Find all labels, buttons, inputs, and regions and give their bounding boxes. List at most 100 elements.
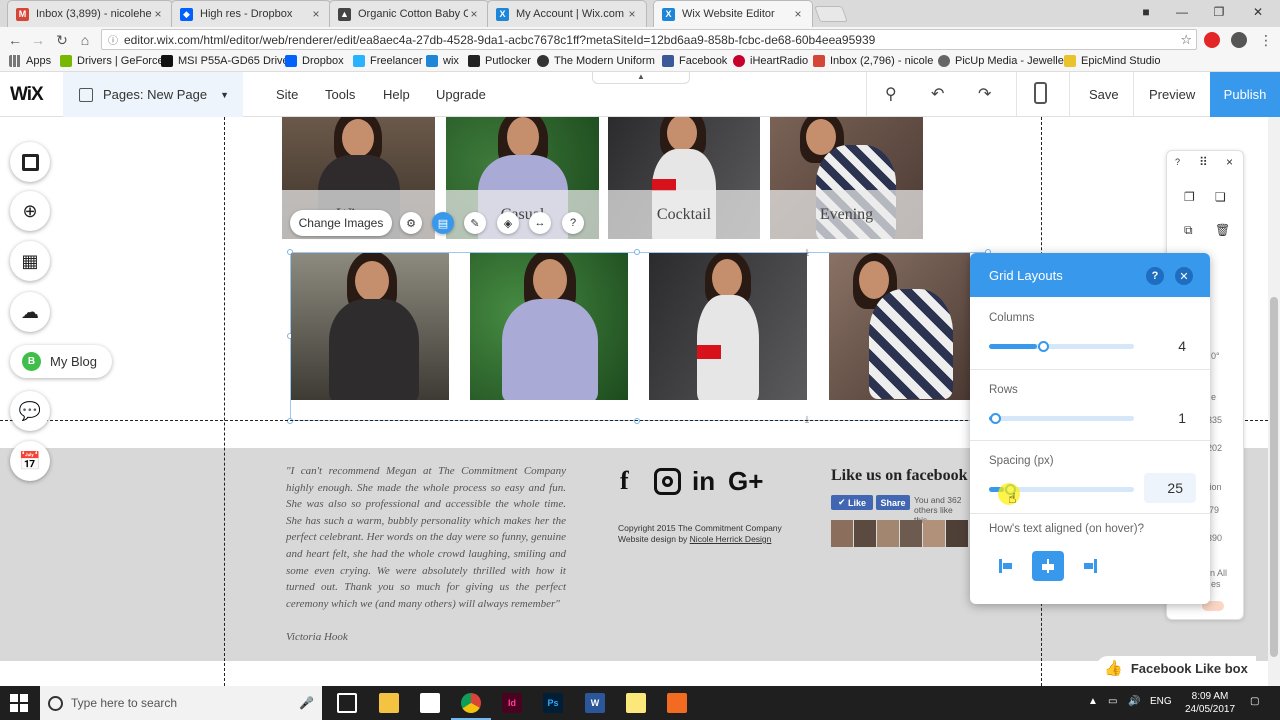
redo-icon[interactable]: ↷ xyxy=(978,84,991,104)
animation-icon[interactable]: ◈ xyxy=(497,212,519,234)
bookings-button[interactable]: 📅 xyxy=(10,441,50,481)
save-button[interactable]: Save xyxy=(1089,87,1119,102)
facebook-like-box-label[interactable]: 👍 Facebook Like box xyxy=(1096,656,1256,680)
back-icon[interactable]: ← xyxy=(5,30,25,50)
publish-button[interactable]: Publish xyxy=(1210,72,1280,117)
menu-site[interactable]: Site xyxy=(276,87,298,102)
duplicate-icon[interactable]: ⧉ xyxy=(1184,223,1193,238)
bookmark-item[interactable]: Dropbox xyxy=(285,55,344,67)
grid-image[interactable] xyxy=(649,253,807,400)
chat-button[interactable]: 💬 xyxy=(10,391,50,431)
mobile-view-icon[interactable] xyxy=(1034,82,1047,104)
facebook-icon[interactable]: f xyxy=(620,466,629,496)
change-images-button[interactable]: Change Images xyxy=(290,210,392,236)
bookmark-item[interactable]: The Modern Uniform xyxy=(537,55,655,67)
close-window-icon[interactable]: ✕ xyxy=(1238,0,1278,24)
help-icon[interactable]: ? xyxy=(1175,157,1180,167)
app-orange-icon[interactable] xyxy=(667,693,687,713)
sticky-notes-icon[interactable] xyxy=(626,693,646,713)
close-icon[interactable]: ✕ xyxy=(1175,267,1193,285)
google-plus-icon[interactable]: G+ xyxy=(728,466,763,497)
word-icon[interactable]: W xyxy=(585,693,605,713)
bookmark-item[interactable]: Facebook xyxy=(662,55,727,67)
network-icon[interactable]: ▭ xyxy=(1108,696,1117,707)
taskbar-search-input[interactable]: Type here to search 🎤 xyxy=(40,686,322,720)
columns-value[interactable]: 4 xyxy=(1150,338,1186,354)
copy-icon[interactable]: ❐ xyxy=(1184,190,1195,204)
menu-upgrade[interactable]: Upgrade xyxy=(436,87,486,102)
align-left-button[interactable] xyxy=(990,551,1022,581)
add-button[interactable]: ⊕ xyxy=(10,191,50,231)
align-center-button[interactable] xyxy=(1032,551,1064,581)
volume-icon[interactable]: 🔊 xyxy=(1128,696,1140,707)
columns-slider[interactable] xyxy=(989,341,1134,352)
canvas-scrollbar[interactable] xyxy=(1268,117,1280,686)
menu-tools[interactable]: Tools xyxy=(325,87,355,102)
browser-tab[interactable]: M Inbox (3,899) - nicolehe × xyxy=(7,0,173,27)
help-icon[interactable]: ? xyxy=(562,212,584,234)
bookmark-star-icon[interactable]: ☆ xyxy=(1180,32,1192,48)
restore-icon[interactable]: ❐ xyxy=(1199,0,1239,24)
linkedin-icon[interactable]: in xyxy=(692,466,715,497)
close-tab-icon[interactable]: × xyxy=(310,7,322,21)
bookmark-apps[interactable]: Apps xyxy=(9,55,51,67)
address-bar[interactable]: ⓘ editor.wix.com/html/editor/web/rendere… xyxy=(101,29,1197,50)
zoom-icon[interactable]: ⚲ xyxy=(885,84,897,104)
resize-handle[interactable] xyxy=(634,249,640,255)
menu-icon[interactable]: ⋮ xyxy=(1256,30,1276,50)
windows-start-icon[interactable] xyxy=(10,694,28,712)
resize-handle[interactable] xyxy=(634,418,640,424)
slider-knob[interactable] xyxy=(990,413,1001,424)
preview-button[interactable]: Preview xyxy=(1149,87,1195,102)
menu-help[interactable]: Help xyxy=(383,87,410,102)
gallery-image-cocktail[interactable]: Cocktail xyxy=(608,117,760,239)
chrome-icon[interactable] xyxy=(461,693,481,713)
indesign-icon[interactable]: Id xyxy=(502,693,522,713)
extension-icon[interactable] xyxy=(1231,32,1247,48)
bookmark-item[interactable]: MSI P55A-GD65 Drive xyxy=(161,55,289,67)
upload-button[interactable]: ☁ xyxy=(10,292,50,332)
reload-icon[interactable]: ↻ xyxy=(52,30,72,50)
close-tab-icon[interactable]: × xyxy=(626,7,638,21)
paste-icon[interactable]: ❏ xyxy=(1215,190,1226,204)
microphone-icon[interactable]: 🎤 xyxy=(299,696,314,710)
opera-extension-icon[interactable] xyxy=(1204,32,1220,48)
close-tab-icon[interactable]: × xyxy=(468,7,480,21)
bookmark-item[interactable]: Freelancer xyxy=(353,55,423,67)
my-blog-button[interactable]: B My Blog xyxy=(10,345,112,378)
taskbar-clock[interactable]: 8:09 AM 24/05/2017 xyxy=(1185,690,1235,716)
resize-handle[interactable] xyxy=(287,418,293,424)
browser-tab[interactable]: ◆ High res - Dropbox × xyxy=(171,0,331,27)
stretch-icon[interactable]: ↔ xyxy=(529,212,551,234)
grid-image[interactable] xyxy=(470,253,628,400)
browser-tab-active[interactable]: X Wix Website Editor × xyxy=(653,0,813,27)
file-explorer-icon[interactable] xyxy=(379,693,399,713)
scrollbar-thumb[interactable] xyxy=(1270,297,1278,657)
gallery-image-evening[interactable]: Evening xyxy=(770,117,923,239)
forward-icon[interactable]: → xyxy=(28,30,48,50)
new-tab-button[interactable] xyxy=(814,6,848,22)
undo-icon[interactable]: ↶ xyxy=(931,84,944,104)
task-view-icon[interactable] xyxy=(337,693,357,713)
wix-logo[interactable]: WiX xyxy=(10,84,44,106)
facebook-like-button[interactable]: ✔ Like xyxy=(831,495,873,510)
drag-handle-icon[interactable]: ⠿ xyxy=(1199,155,1208,169)
grid-image[interactable] xyxy=(291,253,449,400)
rows-value[interactable]: 1 xyxy=(1150,410,1186,426)
align-right-button[interactable] xyxy=(1074,551,1106,581)
collapse-toolbar-handle[interactable]: ▲ xyxy=(592,72,690,84)
app-market-button[interactable]: ▦ xyxy=(10,241,50,281)
close-tab-icon[interactable]: × xyxy=(152,7,164,21)
bookmark-item[interactable]: Drivers | GeForce xyxy=(60,55,164,67)
background-button[interactable] xyxy=(10,142,50,182)
tray-chevron-icon[interactable]: ▲ xyxy=(1088,696,1098,707)
browser-tab[interactable]: X My Account | Wix.com × xyxy=(487,0,647,27)
notification-icon[interactable]: ▢ xyxy=(1250,696,1259,707)
instagram-icon[interactable] xyxy=(654,468,681,495)
grid-image[interactable] xyxy=(829,253,970,400)
bookmark-item[interactable]: PicUp Media - Jewelle xyxy=(938,55,1064,67)
page-selector[interactable]: Pages: New Page ▼ xyxy=(63,72,243,117)
help-icon[interactable]: ? xyxy=(1146,267,1164,285)
designer-link[interactable]: Nicole Herrick Design xyxy=(690,534,772,544)
settings-gear-icon[interactable]: ⚙ xyxy=(400,212,422,234)
